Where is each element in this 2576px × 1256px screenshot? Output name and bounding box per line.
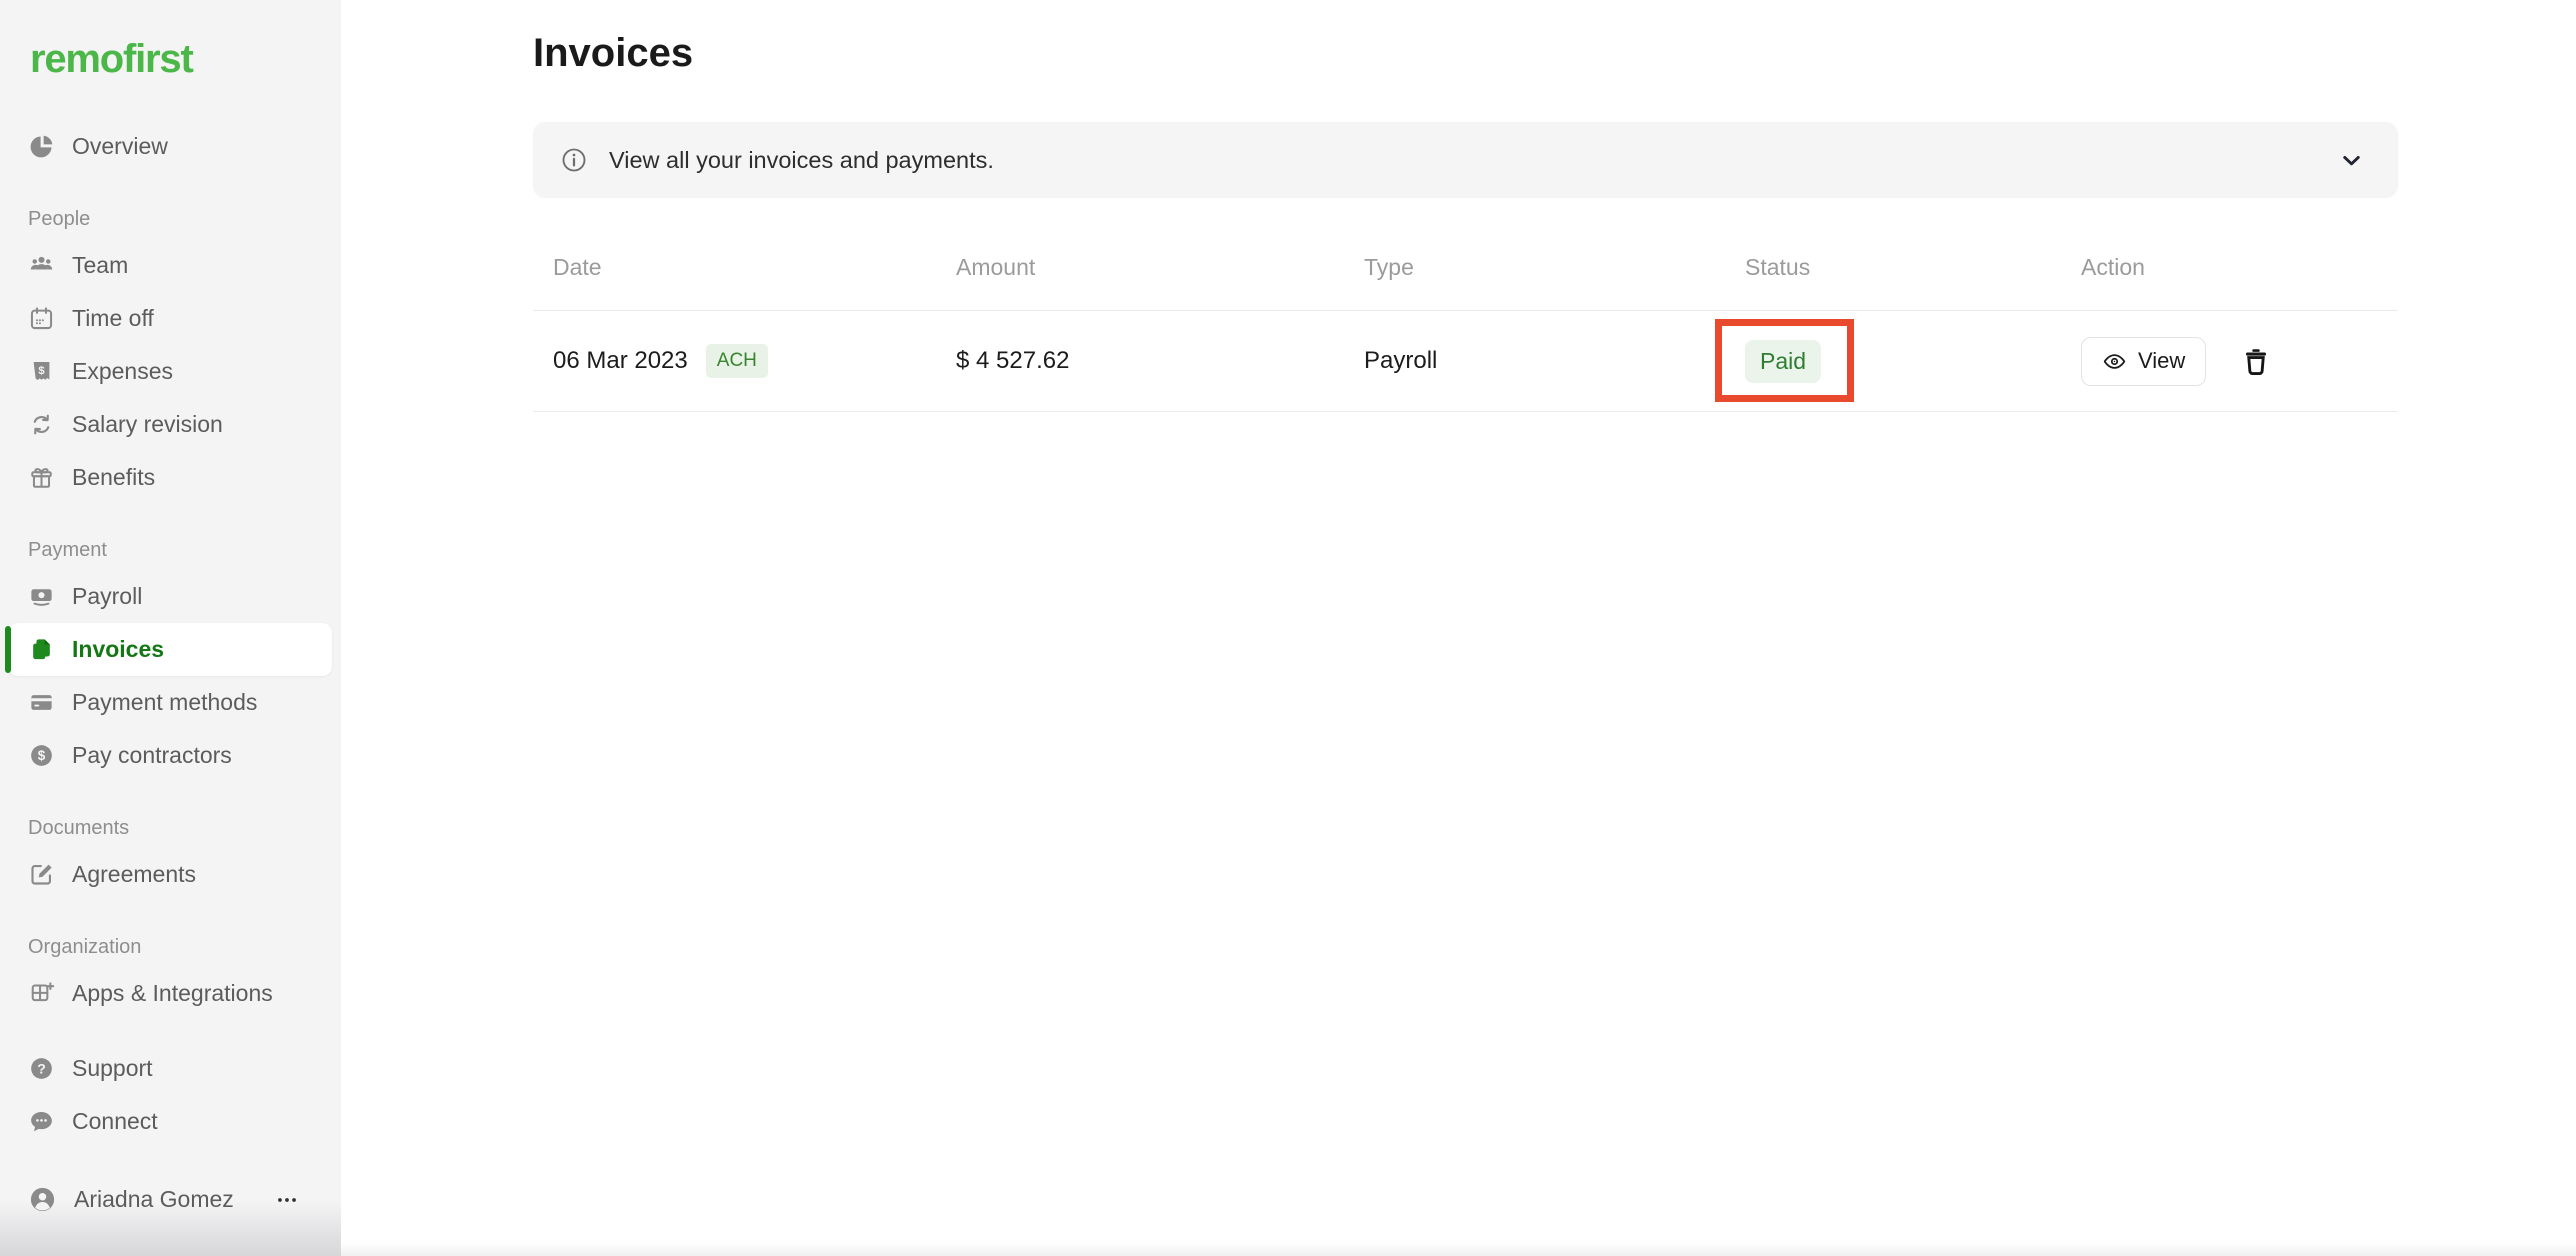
info-icon <box>560 146 588 174</box>
column-header-status: Status <box>1745 254 2081 281</box>
invoice-date: 06 Mar 2023 <box>553 347 688 375</box>
column-header-type: Type <box>1364 254 1745 281</box>
table-header-row: Date Amount Type Status Action <box>533 241 2398 311</box>
amount-cell: $ 4 527.62 <box>956 347 1364 375</box>
sidebar: remofirst Overview People Team <box>0 0 341 1256</box>
sidebar-section-organization: Organization <box>0 927 341 967</box>
info-banner: View all your invoices and payments. <box>533 122 2398 198</box>
status-cell: Paid <box>1745 340 2081 383</box>
pie-chart-icon <box>28 133 55 160</box>
sidebar-item-overview[interactable]: Overview <box>0 120 341 173</box>
invoice-icon <box>28 636 55 663</box>
sidebar-secondary-nav: ? Support Connect <box>0 1042 341 1148</box>
action-cell: View <box>2081 337 2398 386</box>
sidebar-item-expenses[interactable]: $ Expenses <box>0 345 341 398</box>
sidebar-item-label: Benefits <box>72 464 155 491</box>
sidebar-item-label: Support <box>72 1055 153 1082</box>
svg-text:?: ? <box>37 1060 46 1076</box>
dollar-circle-icon: $ <box>28 742 55 769</box>
status-highlight-wrapper: Paid <box>1745 340 1821 383</box>
sidebar-item-team[interactable]: Team <box>0 239 341 292</box>
sidebar-item-label: Pay contractors <box>72 742 232 769</box>
sidebar-item-label: Team <box>72 252 128 279</box>
column-header-date: Date <box>553 254 956 281</box>
banner-collapse-button[interactable] <box>2334 143 2368 177</box>
team-icon <box>28 252 55 279</box>
chevron-down-icon <box>2338 147 2365 174</box>
sidebar-nav: Overview People Team <box>0 120 341 1020</box>
svg-text:$: $ <box>38 365 45 377</box>
date-cell: 06 Mar 2023 ACH <box>553 344 956 378</box>
sidebar-item-label: Expenses <box>72 358 173 385</box>
sidebar-item-label: Payment methods <box>72 689 257 716</box>
sidebar-item-label: Overview <box>72 133 168 160</box>
receipt-icon: $ <box>28 358 55 385</box>
user-name: Ariadna Gomez <box>74 1186 234 1213</box>
page-title: Invoices <box>533 30 2576 76</box>
sidebar-item-label: Apps & Integrations <box>72 980 273 1007</box>
user-circle-icon <box>28 1185 57 1214</box>
user-menu-button[interactable] <box>269 1182 305 1218</box>
app-logo: remofirst <box>30 34 341 84</box>
sidebar-item-time-off[interactable]: Time off <box>0 292 341 345</box>
view-button[interactable]: View <box>2081 337 2206 386</box>
trash-icon <box>2241 346 2271 376</box>
sidebar-item-support[interactable]: ? Support <box>0 1042 341 1095</box>
sidebar-item-label: Time off <box>72 305 154 332</box>
sidebar-item-label: Agreements <box>72 861 196 888</box>
svg-text:$: $ <box>38 748 46 763</box>
help-circle-icon: ? <box>28 1055 55 1082</box>
sidebar-section-payment: Payment <box>0 530 341 570</box>
invoice-type: Payroll <box>1364 347 1437 375</box>
calendar-icon <box>28 305 55 332</box>
app-window: remofirst Overview People Team <box>0 0 2576 1256</box>
chat-bubble-icon <box>28 1108 55 1135</box>
view-button-label: View <box>2138 348 2185 374</box>
sidebar-item-payroll[interactable]: Payroll <box>0 570 341 623</box>
sidebar-item-label: Salary revision <box>72 411 223 438</box>
sidebar-section-documents: Documents <box>0 808 341 848</box>
sidebar-item-salary-revision[interactable]: Salary revision <box>0 398 341 451</box>
banner-text: View all your invoices and payments. <box>609 147 994 174</box>
sidebar-item-label: Payroll <box>72 583 142 610</box>
bottom-shade <box>341 1242 2576 1256</box>
apps-grid-icon <box>28 980 55 1007</box>
sidebar-item-benefits[interactable]: Benefits <box>0 451 341 504</box>
refresh-icon <box>28 411 55 438</box>
banknote-icon <box>28 583 55 610</box>
sidebar-item-agreements[interactable]: Agreements <box>0 848 341 901</box>
status-badge: Paid <box>1745 340 1821 383</box>
ellipsis-icon <box>274 1187 300 1213</box>
sidebar-item-pay-contractors[interactable]: $ Pay contractors <box>0 729 341 782</box>
sidebar-item-invoices[interactable]: Invoices <box>8 623 332 676</box>
edit-icon <box>28 861 55 888</box>
gift-icon <box>28 464 55 491</box>
sidebar-section-people: People <box>0 199 341 239</box>
sidebar-item-label: Invoices <box>72 636 164 663</box>
column-header-action: Action <box>2081 254 2398 281</box>
invoices-table: Date Amount Type Status Action 06 Mar 20… <box>533 241 2398 412</box>
sidebar-item-payment-methods[interactable]: Payment methods <box>0 676 341 729</box>
sidebar-item-connect[interactable]: Connect <box>0 1095 341 1148</box>
eye-icon <box>2102 349 2127 374</box>
delete-button[interactable] <box>2236 341 2276 381</box>
invoice-amount: $ 4 527.62 <box>956 347 1069 375</box>
payment-method-badge: ACH <box>706 344 768 378</box>
main-content: Invoices View all your invoices and paym… <box>341 0 2576 1256</box>
sidebar-item-apps-integrations[interactable]: Apps & Integrations <box>0 967 341 1020</box>
user-profile[interactable]: Ariadna Gomez <box>0 1173 341 1226</box>
type-cell: Payroll <box>1364 347 1745 375</box>
column-header-amount: Amount <box>956 254 1364 281</box>
table-row: 06 Mar 2023 ACH $ 4 527.62 Payroll Paid <box>533 311 2398 412</box>
sidebar-item-label: Connect <box>72 1108 158 1135</box>
credit-card-icon <box>28 689 55 716</box>
